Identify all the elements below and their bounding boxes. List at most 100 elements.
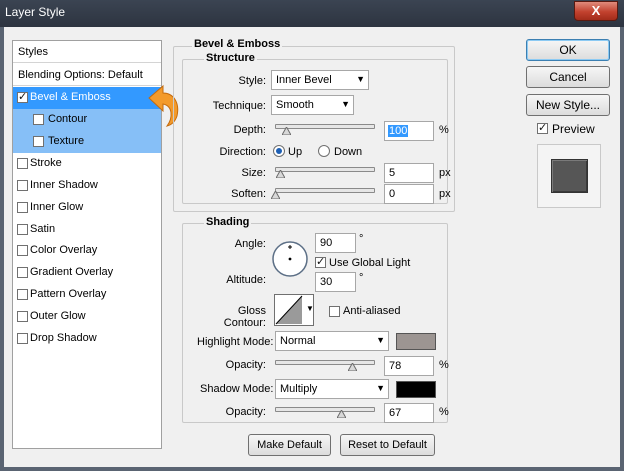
satin-label: Satin [30,223,56,235]
style-select-value: Inner Bevel [276,74,332,86]
list-item-stroke[interactable]: Stroke [13,153,161,175]
depth-input[interactable]: 100 [384,121,434,141]
shadow-opacity-label: Opacity: [225,406,266,418]
angle-input[interactable]: 90 [315,233,356,253]
size-unit: px [439,167,451,179]
shadow-mode-label: Shadow Mode: [200,383,274,395]
list-item-satin[interactable]: Satin [13,219,161,241]
texture-label: Texture [48,135,85,147]
gloss-contour-picker[interactable]: ▼ [274,294,314,326]
shadow-opacity-slider[interactable] [275,407,375,412]
stroke-label: Stroke [30,157,62,169]
bevel-emboss-checkbox[interactable] [17,90,28,103]
style-select[interactable]: Inner Bevel ▼ [271,70,369,90]
gradient-overlay-label: Gradient Overlay [30,266,114,278]
ok-button[interactable]: OK [526,39,610,61]
size-slider[interactable] [275,167,375,172]
structure-title: Structure [204,52,257,64]
angle-dial[interactable] [271,240,309,278]
list-item-outer-glow[interactable]: Outer Glow [13,306,161,328]
cancel-button[interactable]: Cancel [526,66,610,88]
styles-header-label: Styles [18,46,48,58]
direction-up-label: Up [288,146,303,158]
shadow-opacity-input[interactable]: 67 [384,403,434,423]
color-overlay-checkbox[interactable] [17,245,28,256]
list-item-color-overlay[interactable]: Color Overlay [13,240,161,262]
contour-curve-icon [275,295,303,325]
technique-label: Technique: [212,100,266,112]
depth-slider-thumb[interactable] [282,127,291,135]
styles-header[interactable]: Styles [13,41,161,63]
texture-checkbox[interactable] [33,136,44,147]
highlight-opacity-unit: % [439,359,449,371]
size-slider-thumb[interactable] [276,170,285,178]
list-item-texture[interactable]: Texture [13,131,161,153]
anti-aliased-checkbox[interactable] [329,306,340,317]
list-item-bevel-emboss[interactable]: Bevel & Emboss [13,87,161,109]
highlight-opacity-input[interactable]: 78 [384,356,434,376]
size-input-value: 5 [389,167,396,179]
highlight-opacity-slider-thumb[interactable] [348,363,357,371]
highlight-mode-value: Normal [280,335,316,347]
depth-label: Depth: [233,124,266,136]
new-style-button[interactable]: New Style... [526,94,610,116]
color-overlay-label: Color Overlay [30,244,98,256]
direction-down-radio[interactable] [318,145,330,157]
altitude-input[interactable]: 30 [315,272,356,292]
depth-unit: % [439,124,449,136]
preview-thumbnail [551,159,588,193]
shadow-opacity-unit: % [439,406,449,418]
size-input[interactable]: 5 [384,163,434,183]
gloss-contour-label: Gloss Contour: [223,305,266,329]
stroke-checkbox[interactable] [17,158,28,169]
drop-shadow-checkbox[interactable] [17,333,28,344]
drop-shadow-label: Drop Shadow [30,332,97,344]
close-button[interactable]: X [574,1,618,21]
soften-input-value: 0 [389,188,396,200]
direction-up-radio[interactable] [273,145,285,157]
list-item-gradient-overlay[interactable]: Gradient Overlay [13,262,161,284]
altitude-degree: ° [359,272,364,284]
inner-glow-checkbox[interactable] [17,202,28,213]
gradient-overlay-checkbox[interactable] [17,267,28,278]
soften-slider-thumb[interactable] [271,191,280,199]
highlight-color-swatch[interactable] [396,333,436,350]
list-item-inner-glow[interactable]: Inner Glow [13,197,161,219]
shadow-color-swatch[interactable] [396,381,436,398]
chevron-down-icon: ▼ [376,383,385,393]
shadow-mode-value: Multiply [280,383,318,395]
make-default-button[interactable]: Make Default [248,434,331,456]
shadow-opacity-value: 67 [389,407,402,419]
chevron-down-icon: ▼ [356,74,365,84]
preview-checkbox[interactable] [537,121,548,134]
chevron-down-icon: ▼ [341,99,350,109]
blending-options-item[interactable]: Blending Options: Default [13,64,161,86]
preview-panel [537,144,601,208]
chevron-down-icon: ▼ [376,335,385,345]
list-item-contour[interactable]: Contour [13,109,161,131]
reset-to-default-button[interactable]: Reset to Default [340,434,435,456]
highlight-opacity-slider[interactable] [275,360,375,365]
inner-shadow-checkbox[interactable] [17,180,28,191]
soften-input[interactable]: 0 [384,184,434,204]
technique-select[interactable]: Smooth ▼ [271,95,354,115]
size-label: Size: [241,167,266,179]
use-global-light-checkbox[interactable] [315,255,326,268]
outer-glow-checkbox[interactable] [17,311,28,322]
shadow-opacity-slider-thumb[interactable] [337,410,346,418]
inner-shadow-label: Inner Shadow [30,179,98,191]
use-global-light-label: Use Global Light [329,257,411,269]
list-item-pattern-overlay[interactable]: Pattern Overlay [13,284,161,306]
satin-checkbox[interactable] [17,224,28,235]
contour-checkbox[interactable] [33,114,44,125]
highlight-mode-select[interactable]: Normal ▼ [275,331,389,351]
list-item-drop-shadow[interactable]: Drop Shadow [13,328,161,350]
shadow-mode-select[interactable]: Multiply ▼ [275,379,389,399]
angle-input-value: 90 [320,237,333,249]
soften-unit: px [439,188,451,200]
list-item-inner-shadow[interactable]: Inner Shadow [13,175,161,197]
highlight-mode-label: Highlight Mode: [197,336,274,348]
altitude-label: Altitude: [226,274,266,286]
pattern-overlay-checkbox[interactable] [17,289,28,300]
soften-slider[interactable] [275,188,375,193]
